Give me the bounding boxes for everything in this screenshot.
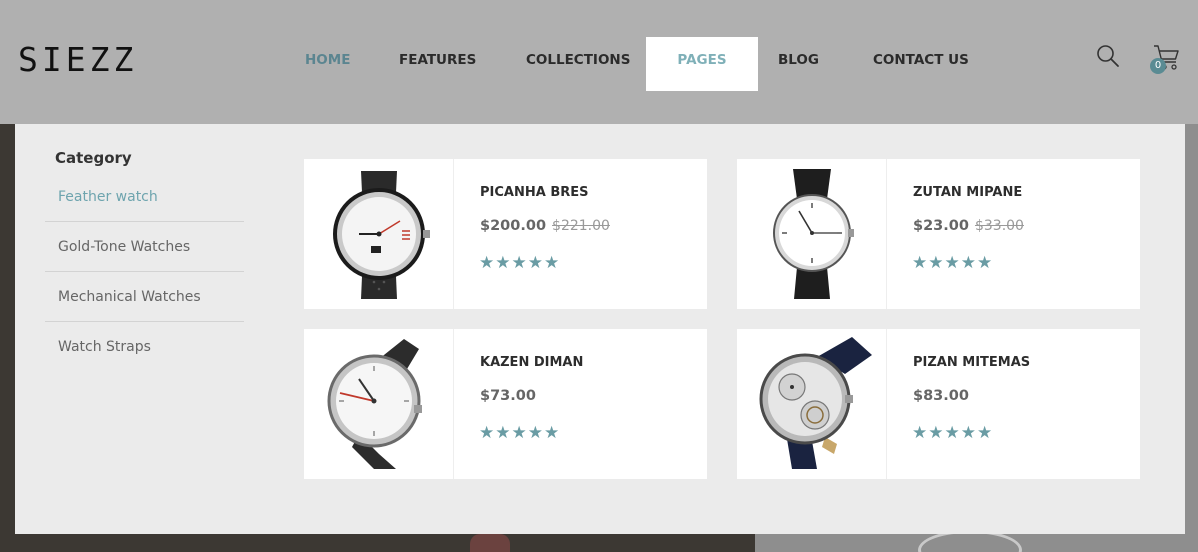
- category-item-feather-watch[interactable]: Feather watch: [45, 172, 244, 222]
- category-item-mechanical-watches[interactable]: Mechanical Watches: [45, 272, 244, 322]
- product-price: $200.00 $221.00: [480, 218, 610, 234]
- product-name[interactable]: PIZAN MITEMAS: [913, 355, 1030, 370]
- old-price: $33.00: [974, 218, 1024, 234]
- category-item-watch-straps[interactable]: Watch Straps: [45, 322, 244, 372]
- category-list: Feather watch Gold-Tone Watches Mechanic…: [45, 172, 244, 372]
- star-icon: ★★★★★: [912, 253, 994, 272]
- nav-collections[interactable]: COLLECTIONS: [526, 37, 630, 91]
- nav-features[interactable]: FEATURES: [399, 37, 476, 91]
- current-price: $73.00: [480, 388, 536, 404]
- product-price: $83.00: [913, 388, 969, 404]
- product-price: $23.00 $33.00: [913, 218, 1024, 234]
- product-image[interactable]: [304, 159, 454, 309]
- pages-mega-menu: Category Feather watch Gold-Tone Watches…: [15, 124, 1185, 534]
- star-icon: ★★★★★: [479, 253, 561, 272]
- category-item-gold-tone-watches[interactable]: Gold-Tone Watches: [45, 222, 244, 272]
- site-logo[interactable]: SIEZZ: [18, 40, 137, 79]
- product-image[interactable]: [304, 329, 454, 479]
- product-card[interactable]: ZUTAN MIPANE $23.00 $33.00 ★★★★★: [737, 159, 1140, 309]
- category-title: Category: [55, 149, 132, 167]
- product-image[interactable]: [737, 329, 887, 479]
- cart-count-badge: 0: [1150, 58, 1166, 74]
- current-price: $200.00: [480, 218, 547, 234]
- current-price: $83.00: [913, 388, 969, 404]
- star-icon: ★★★★★: [912, 423, 994, 442]
- old-price: $221.00: [552, 218, 610, 234]
- product-card[interactable]: PIZAN MITEMAS $83.00 ★★★★★: [737, 329, 1140, 479]
- current-price: $23.00: [913, 218, 969, 234]
- nav-contact-us[interactable]: CONTACT US: [873, 37, 969, 91]
- background-decoration: [470, 534, 510, 552]
- star-icon: ★★★★★: [479, 423, 561, 442]
- product-name[interactable]: ZUTAN MIPANE: [913, 185, 1022, 200]
- nav-home[interactable]: HOME: [305, 37, 350, 91]
- product-price: $73.00: [480, 388, 536, 404]
- product-card[interactable]: KAZEN DIMAN $73.00 ★★★★★: [304, 329, 707, 479]
- search-icon[interactable]: [1096, 44, 1120, 68]
- nav-pages[interactable]: PAGES: [646, 37, 758, 91]
- product-card[interactable]: PICANHA BRES $200.00 $221.00 ★★★★★: [304, 159, 707, 309]
- product-name[interactable]: PICANHA BRES: [480, 185, 588, 200]
- product-name[interactable]: KAZEN DIMAN: [480, 355, 583, 370]
- nav-blog[interactable]: BLOG: [778, 37, 819, 91]
- product-image[interactable]: [737, 159, 887, 309]
- site-header: SIEZZ HOME FEATURES COLLECTIONS PAGES BL…: [0, 0, 1198, 124]
